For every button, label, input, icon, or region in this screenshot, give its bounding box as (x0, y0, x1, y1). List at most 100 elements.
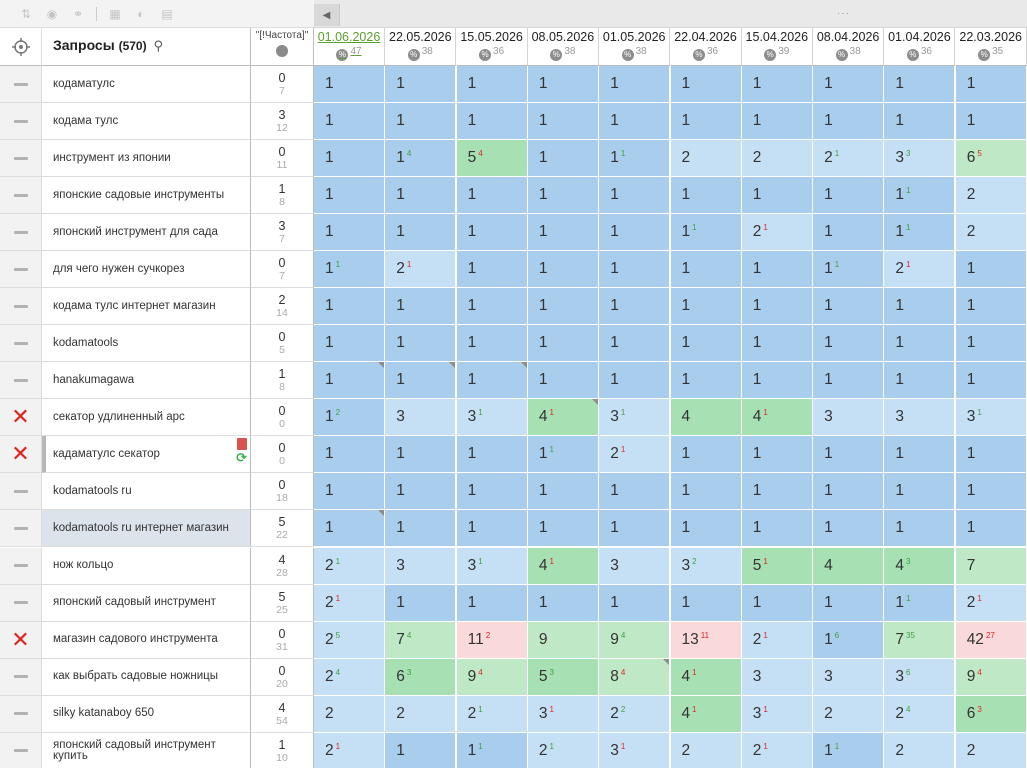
position-cell[interactable]: 1 (741, 584, 813, 622)
position-cell[interactable]: 1 (884, 473, 956, 511)
position-cell[interactable]: 94 (955, 658, 1027, 696)
position-cell[interactable]: 3 (813, 658, 885, 696)
position-cell[interactable]: 41 (670, 695, 742, 733)
query-cell[interactable]: японские садовые инструменты (42, 177, 251, 215)
query-column-header[interactable]: Запросы (570) ⚲ (42, 28, 251, 66)
dash-icon[interactable] (13, 156, 28, 160)
position-cell[interactable]: 1 (741, 66, 813, 103)
position-cell[interactable]: 1 (741, 436, 813, 474)
row-marker[interactable] (0, 695, 42, 733)
position-cell[interactable]: 41 (527, 399, 599, 437)
position-cell[interactable]: 11 (813, 732, 885, 768)
position-cell[interactable]: 1 (385, 325, 457, 363)
position-cell[interactable]: 1 (599, 584, 671, 622)
position-cell[interactable]: 1 (527, 140, 599, 178)
position-cell[interactable]: 1 (456, 288, 528, 326)
position-cell[interactable]: 1 (741, 177, 813, 215)
date-column-header[interactable]: 22.03.2026 % 35 (955, 28, 1027, 66)
position-cell[interactable]: 31 (527, 695, 599, 733)
position-cell[interactable]: 11 (527, 436, 599, 474)
position-cell[interactable]: 1 (813, 362, 885, 400)
position-cell[interactable]: 1 (741, 362, 813, 400)
position-cell[interactable]: 1 (955, 325, 1027, 363)
position-cell[interactable]: 1 (527, 251, 599, 289)
position-cell[interactable]: 84 (599, 658, 671, 696)
position-cell[interactable]: 11 (813, 251, 885, 289)
position-cell[interactable]: 1 (385, 584, 457, 622)
position-cell[interactable]: 43 (884, 547, 956, 585)
position-cell[interactable]: 21 (884, 251, 956, 289)
dash-icon[interactable] (13, 119, 28, 123)
dash-icon[interactable] (13, 193, 28, 197)
row-marker[interactable] (0, 251, 42, 289)
refresh-icon[interactable]: ⟳ (236, 451, 247, 464)
date-column-header[interactable]: 01.05.2026 % 38 (599, 28, 671, 66)
query-cell[interactable]: магазин садового инструмента (42, 621, 251, 659)
position-cell[interactable]: 2 (314, 695, 385, 733)
query-cell[interactable]: кодама тулс (42, 103, 251, 141)
position-cell[interactable]: 1 (527, 214, 599, 252)
table-row[interactable]: silky katanaboy 650 4 54 2 2 21 31 22 41… (0, 695, 1027, 733)
position-cell[interactable]: 31 (741, 695, 813, 733)
position-cell[interactable]: 31 (456, 547, 528, 585)
position-cell[interactable]: 94 (456, 658, 528, 696)
position-cell[interactable]: 1 (599, 473, 671, 511)
position-cell[interactable]: 1 (813, 436, 885, 474)
position-cell[interactable]: 53 (527, 658, 599, 696)
row-marker[interactable] (0, 214, 42, 252)
table-row[interactable]: kodamatools ru 0 18 1 1 1 1 1 1 1 1 1 1 (0, 473, 1027, 511)
position-cell[interactable]: 1 (955, 473, 1027, 511)
row-marker[interactable] (0, 510, 42, 548)
position-cell[interactable]: 21 (741, 732, 813, 768)
row-marker[interactable] (0, 177, 42, 215)
table-row[interactable]: ✕ магазин садового инструмента 0 31 25 7… (0, 621, 1027, 659)
position-cell[interactable]: 1 (456, 214, 528, 252)
position-cell[interactable]: 54 (456, 140, 528, 178)
position-cell[interactable]: 33 (884, 140, 956, 178)
table-row[interactable]: японские садовые инструменты 1 8 1 1 1 1… (0, 177, 1027, 215)
position-cell[interactable]: 42 27 (955, 621, 1027, 659)
position-cell[interactable]: 1 (599, 214, 671, 252)
dash-icon[interactable] (13, 304, 28, 308)
position-cell[interactable]: 21 (314, 584, 385, 622)
query-cell[interactable]: hanakumagawa (42, 362, 251, 400)
position-cell[interactable]: 1 (385, 436, 457, 474)
position-cell[interactable]: 1 (599, 66, 671, 103)
position-cell[interactable]: 1 (385, 66, 457, 103)
position-cell[interactable]: 1 (813, 103, 885, 141)
position-cell[interactable]: 1 (385, 732, 457, 768)
position-cell[interactable]: 7 35 (884, 621, 956, 659)
target-header[interactable] (0, 28, 42, 66)
position-cell[interactable]: 1 (813, 325, 885, 363)
table-row[interactable]: японский садовый инструмент 5 25 21 1 1 … (0, 584, 1027, 622)
position-cell[interactable]: 31 (955, 399, 1027, 437)
position-cell[interactable]: 2 (955, 732, 1027, 768)
position-cell[interactable]: 31 (599, 399, 671, 437)
table-row[interactable]: японский инструмент для сада 3 7 1 1 1 1… (0, 214, 1027, 252)
dash-icon[interactable] (13, 526, 28, 530)
position-cell[interactable]: 1 (813, 214, 885, 252)
position-cell[interactable]: 1 (314, 177, 385, 215)
position-cell[interactable]: 1 (527, 362, 599, 400)
position-cell[interactable]: 11 (599, 140, 671, 178)
position-cell[interactable]: 1 (670, 66, 742, 103)
close-icon[interactable]: ✕ (11, 406, 29, 428)
position-cell[interactable]: 1 (884, 436, 956, 474)
position-cell[interactable]: 1 (955, 436, 1027, 474)
position-cell[interactable]: 1 (385, 473, 457, 511)
row-marker[interactable] (0, 658, 42, 696)
dash-icon[interactable] (13, 82, 28, 86)
position-cell[interactable]: 1 (670, 325, 742, 363)
row-marker[interactable] (0, 362, 42, 400)
position-cell[interactable]: 1 (527, 325, 599, 363)
table-row[interactable]: для чего нужен сучкорез 0 7 11 21 1 1 1 … (0, 251, 1027, 289)
position-cell[interactable]: 1 (670, 473, 742, 511)
position-cell[interactable]: 32 (670, 547, 742, 585)
position-cell[interactable]: 2 (670, 140, 742, 178)
query-cell[interactable]: kodamatools ru (42, 473, 251, 511)
table-row[interactable]: kodamatools ru интернет магазин 5 22 1 1… (0, 510, 1027, 548)
dash-icon[interactable] (13, 341, 28, 345)
position-cell[interactable]: 1 (670, 103, 742, 141)
position-cell[interactable]: 7 (955, 547, 1027, 585)
position-cell[interactable]: 21 (741, 621, 813, 659)
